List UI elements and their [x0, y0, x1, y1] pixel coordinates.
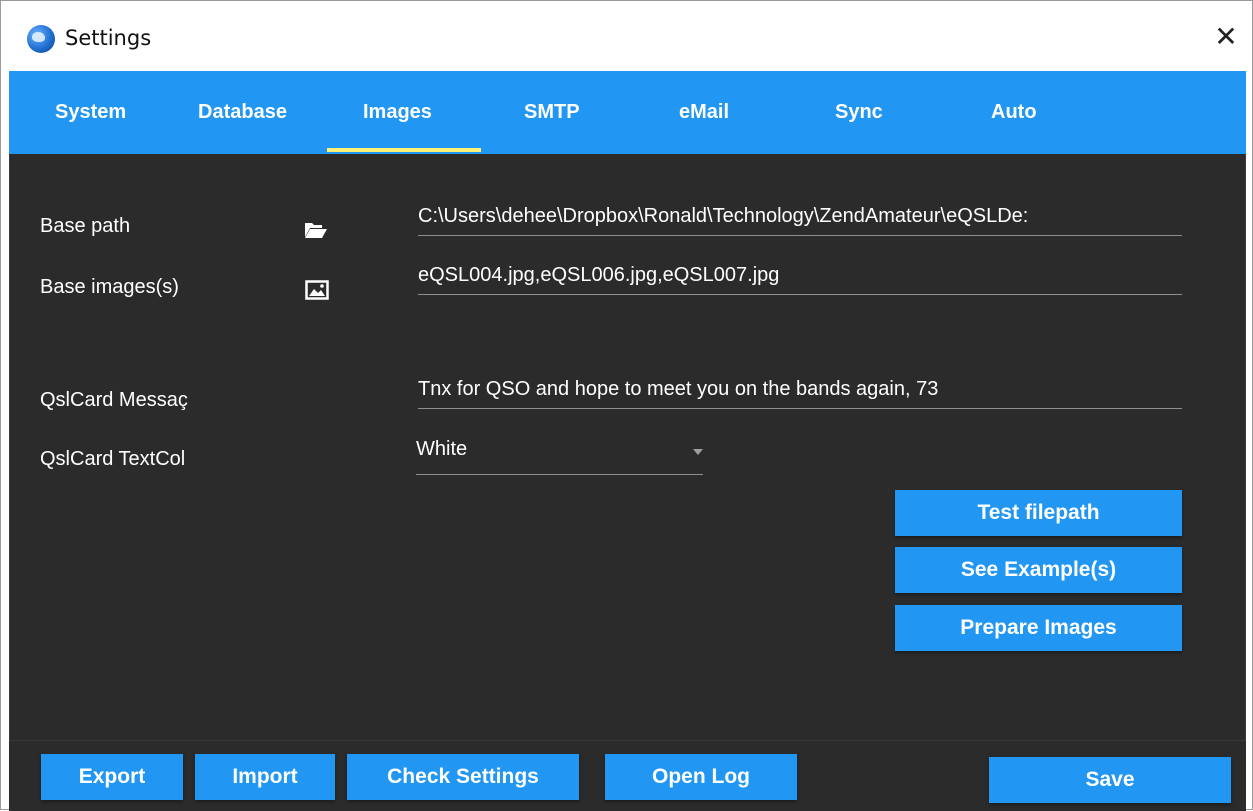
tab-email[interactable]: eMail [679, 101, 729, 124]
tab-bar: System Database Images SMTP eMail Sync A… [9, 71, 1246, 154]
prepare-images-button[interactable]: Prepare Images [895, 605, 1182, 651]
qslcard-textcolor-value: White [416, 438, 468, 460]
check-settings-button[interactable]: Check Settings [347, 754, 579, 800]
base-images-input[interactable]: eQSL004.jpg,eQSL006.jpg,eQSL007.jpg [418, 257, 1182, 295]
title-bar: Settings ✕ [1, 1, 1252, 71]
image-icon[interactable] [305, 278, 329, 302]
save-button[interactable]: Save [989, 757, 1231, 803]
base-path-input[interactable]: C:\Users\dehee\Dropbox\Ronald\Technology… [418, 198, 1182, 236]
tab-system[interactable]: System [55, 101, 126, 124]
window-title: Settings [65, 26, 152, 50]
tab-database[interactable]: Database [198, 101, 287, 124]
open-log-button[interactable]: Open Log [605, 754, 797, 800]
tab-sync[interactable]: Sync [835, 101, 883, 124]
base-images-label: Base images(s) [40, 276, 179, 298]
tab-auto[interactable]: Auto [991, 101, 1037, 124]
qslcard-textcolor-select[interactable]: White [416, 431, 703, 475]
globe-icon [27, 25, 55, 53]
base-path-label: Base path [40, 215, 131, 237]
qslcard-message-label: QslCard Messaç [40, 389, 188, 411]
chevron-down-icon [693, 449, 703, 455]
tab-smtp[interactable]: SMTP [524, 101, 580, 124]
qslcard-textcolor-label: QslCard TextCol [40, 448, 186, 470]
test-filepath-button[interactable]: Test filepath [895, 490, 1182, 536]
settings-content: System Database Images SMTP eMail Sync A… [9, 71, 1246, 811]
import-button[interactable]: Import [195, 754, 335, 800]
folder-open-icon[interactable] [304, 218, 328, 242]
selected-tab-indicator [327, 148, 481, 152]
export-button[interactable]: Export [41, 754, 183, 800]
see-examples-button[interactable]: See Example(s) [895, 547, 1182, 593]
tab-images[interactable]: Images [363, 101, 432, 124]
settings-window: Settings ✕ System Database Images SMTP e… [0, 0, 1253, 811]
close-icon[interactable]: ✕ [1206, 17, 1246, 57]
qslcard-message-input[interactable]: Tnx for QSO and hope to meet you on the … [418, 371, 1182, 409]
